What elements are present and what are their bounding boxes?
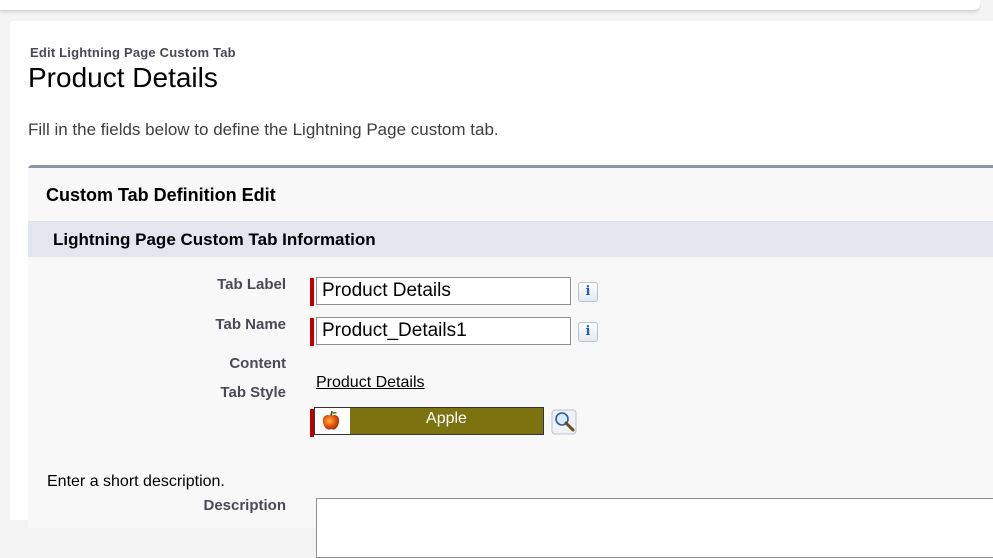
lookup-icon[interactable] (551, 409, 577, 435)
description-hint: Enter a short description. (47, 473, 225, 490)
tab-name-input[interactable] (316, 317, 571, 345)
tab-label-label: Tab Label (217, 276, 286, 293)
block-header: Custom Tab Definition Edit (28, 168, 993, 222)
apple-icon (322, 410, 340, 430)
top-header-bar (0, 0, 980, 11)
tab-label-input[interactable] (316, 277, 571, 305)
edit-block: Custom Tab Definition Edit Lightning Pag… (28, 165, 993, 558)
section-title: Lightning Page Custom Tab Information (53, 230, 376, 249)
page-type-label: Edit Lightning Page Custom Tab (30, 45, 236, 60)
page-description: Fill in the fields below to define the L… (28, 120, 499, 139)
content-link[interactable]: Product Details (316, 374, 425, 392)
tab-style-selector[interactable]: Apple (314, 407, 544, 435)
tab-style-label: Tab Style (220, 384, 286, 401)
required-indicator (310, 318, 314, 346)
info-icon[interactable]: i (578, 282, 598, 302)
tab-style-swatch: Apple (350, 408, 543, 434)
info-icon[interactable]: i (578, 322, 598, 342)
description-label: Description (203, 497, 286, 514)
page-title: Product Details (28, 62, 218, 93)
required-indicator (310, 278, 314, 306)
tab-name-label: Tab Name (215, 316, 286, 333)
block-title: Custom Tab Definition Edit (46, 185, 276, 205)
section-header: Lightning Page Custom Tab Information (28, 222, 993, 257)
page-container: Edit Lightning Page Custom Tab Product D… (10, 21, 993, 558)
content-label: Content (229, 355, 286, 372)
description-textarea[interactable] (316, 498, 993, 558)
